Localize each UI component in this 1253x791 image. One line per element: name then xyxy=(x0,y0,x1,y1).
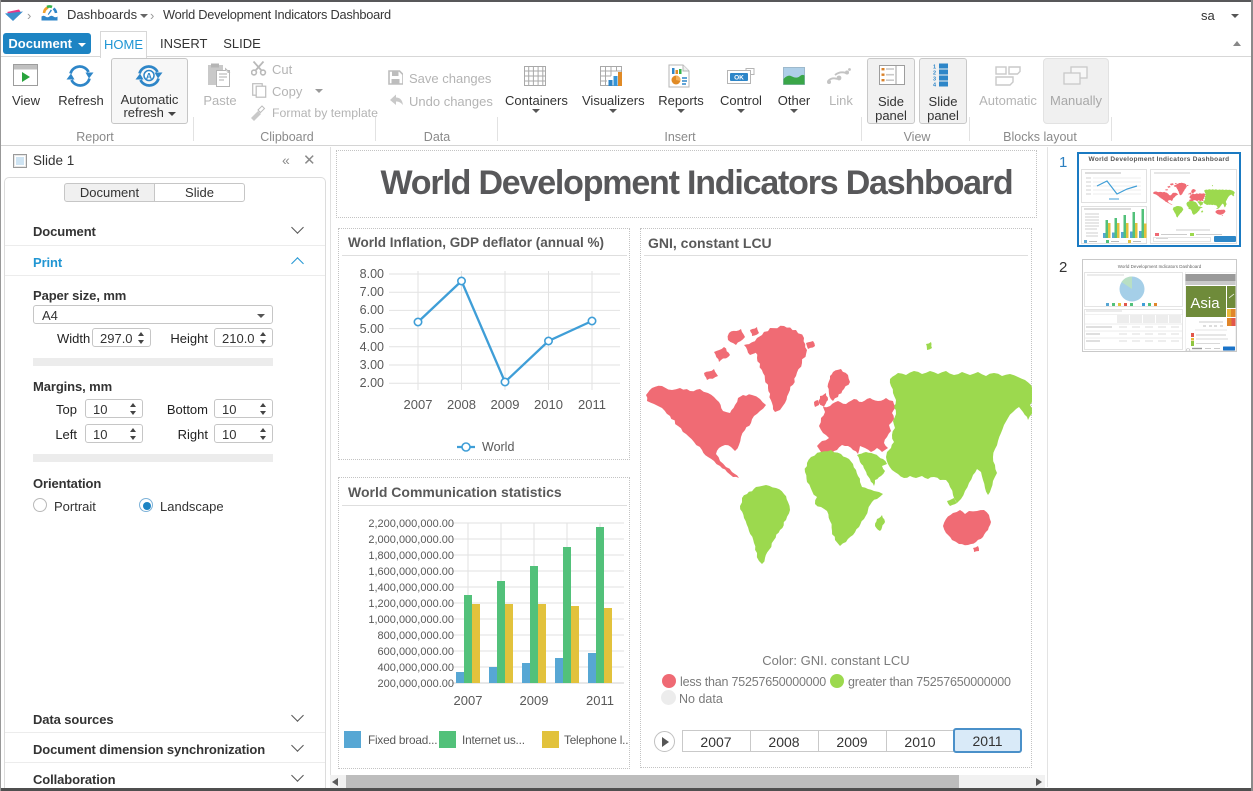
svg-text:3.00: 3.00 xyxy=(360,358,384,372)
svg-text:1,200,000,000.00: 1,200,000,000.00 xyxy=(368,598,454,610)
svg-text:800,000,000.00: 800,000,000.00 xyxy=(378,630,454,642)
svg-text:2.00: 2.00 xyxy=(360,376,384,390)
svg-text:2007: 2007 xyxy=(454,693,483,708)
svg-text:200,000,000.00: 200,000,000.00 xyxy=(378,678,454,690)
svg-text:2011: 2011 xyxy=(586,693,614,708)
svg-text:5.00: 5.00 xyxy=(360,322,384,336)
svg-text:7.00: 7.00 xyxy=(360,285,384,299)
svg-text:2009: 2009 xyxy=(491,397,520,412)
svg-text:4.00: 4.00 xyxy=(360,340,384,354)
svg-text:1,600,000,000.00: 1,600,000,000.00 xyxy=(368,566,454,578)
svg-text:Asia: Asia xyxy=(1190,295,1220,312)
svg-text:Telephone l...: Telephone l... xyxy=(564,733,628,747)
svg-text:2,200,000,000.00: 2,200,000,000.00 xyxy=(368,518,454,530)
svg-text:2010: 2010 xyxy=(534,397,563,412)
svg-text:1,000,000,000.00: 1,000,000,000.00 xyxy=(368,614,454,626)
svg-text:Fixed broad...: Fixed broad... xyxy=(368,733,437,747)
svg-text:World: World xyxy=(482,440,514,454)
svg-text:2011: 2011 xyxy=(578,397,606,412)
svg-text:600,000,000.00: 600,000,000.00 xyxy=(378,646,454,658)
svg-text:2008: 2008 xyxy=(447,397,476,412)
svg-text:2007: 2007 xyxy=(404,397,433,412)
svg-text:1,400,000,000.00: 1,400,000,000.00 xyxy=(368,582,454,594)
svg-text:8.00: 8.00 xyxy=(360,267,384,281)
svg-text:6.00: 6.00 xyxy=(360,303,384,317)
svg-text:2,000,000,000.00: 2,000,000,000.00 xyxy=(368,534,454,546)
svg-text:400,000,000.00: 400,000,000.00 xyxy=(378,662,454,674)
svg-text:A: A xyxy=(146,71,152,81)
svg-text:2009: 2009 xyxy=(520,693,549,708)
svg-text:1,800,000,000.00: 1,800,000,000.00 xyxy=(368,550,454,562)
svg-text:Internet us...: Internet us... xyxy=(462,733,525,747)
